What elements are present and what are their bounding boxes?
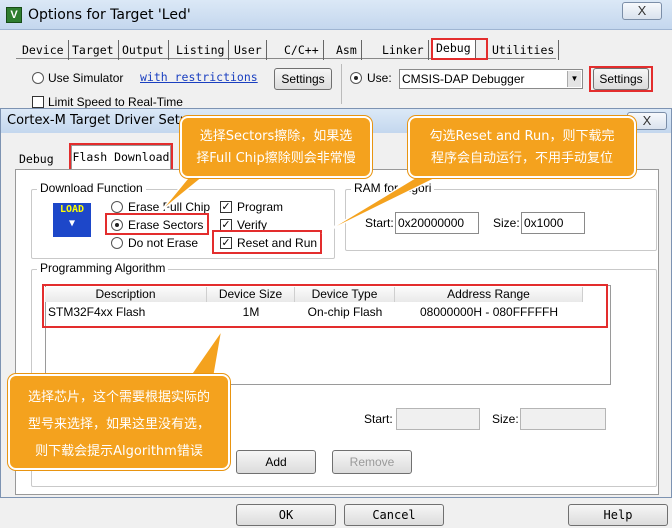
chip-callout-line3: 则下载会提示Algorithm错误 bbox=[35, 444, 203, 459]
chip-callout-line2: 型号来选择，如果这里没有选， bbox=[27, 417, 210, 432]
chip-pointer bbox=[188, 329, 223, 377]
sectors-callout-line2: 择Full Chip擦除则会非常慢 bbox=[196, 151, 356, 166]
reset-callout-line2: 程序会自动运行，不用手动复位 bbox=[430, 151, 613, 166]
reset-callout-line1: 勾选Reset and Run，则下载完 bbox=[429, 129, 615, 144]
chip-callout: 选择芯片，这个需要根据实际的 型号来选择，如果这里没有选， 则下载会提示Algo… bbox=[8, 374, 230, 470]
sectors-callout: 选择Sectors擦除，如果选 择Full Chip擦除则会非常慢 bbox=[180, 116, 372, 178]
sectors-callout-line1: 选择Sectors擦除，如果选 bbox=[199, 129, 353, 144]
chip-callout-line1: 选择芯片，这个需要根据实际的 bbox=[27, 390, 210, 405]
reset-pointer bbox=[321, 175, 441, 235]
reset-callout: 勾选Reset and Run，则下载完 程序会自动运行，不用手动复位 bbox=[408, 116, 636, 178]
